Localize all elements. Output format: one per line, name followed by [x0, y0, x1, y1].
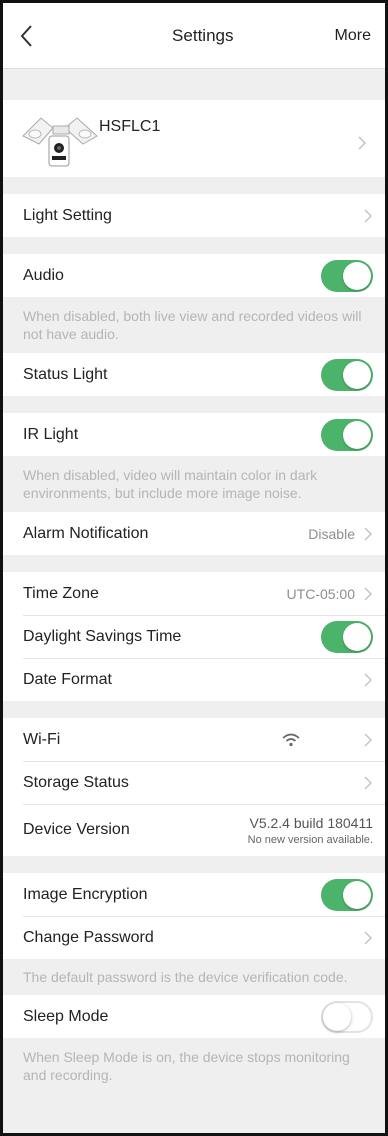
toggle-knob [343, 880, 371, 909]
device-name: HSFLC1 [99, 118, 161, 135]
more-button[interactable]: More [335, 27, 371, 45]
chevron-right-icon [364, 526, 373, 541]
time-zone-row[interactable]: Time Zone UTC-05:00 [3, 572, 385, 615]
chevron-right-icon [364, 208, 373, 223]
sleep-mode-toggle[interactable] [321, 1000, 373, 1033]
page-title: Settings [172, 25, 234, 45]
version-status: No new version available. [247, 833, 373, 846]
alarm-notification-value: Disable [308, 525, 355, 542]
light-setting-row[interactable]: Light Setting [3, 194, 385, 237]
wifi-icon [282, 733, 300, 746]
ir-light-row: IR Light [3, 413, 385, 456]
ir-light-label: IR Light [23, 425, 79, 443]
date-format-row[interactable]: Date Format [3, 658, 385, 701]
nav-bar: Settings More [3, 3, 385, 69]
wifi-label: Wi-Fi [23, 730, 61, 748]
chevron-right-icon [364, 930, 373, 945]
time-zone-label: Time Zone [23, 584, 99, 602]
audio-label: Audio [23, 266, 64, 284]
chevron-left-icon [20, 24, 32, 47]
version-info: V5.2.4 build 180411 No new version avail… [248, 815, 373, 846]
sleep-mode-row: Sleep Mode [3, 995, 385, 1038]
audio-toggle[interactable] [321, 259, 373, 292]
change-password-row[interactable]: Change Password [3, 916, 385, 959]
back-button[interactable] [19, 22, 47, 50]
chevron-right-icon [364, 775, 373, 790]
device-row[interactable]: HSFLC1 [3, 100, 385, 177]
chevron-right-icon [364, 732, 373, 747]
date-format-label: Date Format [23, 670, 112, 688]
toggle-knob [343, 360, 371, 389]
toggle-knob [343, 622, 371, 651]
daylight-savings-toggle[interactable] [321, 620, 373, 653]
status-light-toggle[interactable] [321, 358, 373, 391]
daylight-savings-label: Daylight Savings Time [23, 627, 182, 645]
storage-status-row[interactable]: Storage Status [3, 761, 385, 804]
toggle-knob [343, 261, 371, 290]
image-encryption-toggle[interactable] [321, 878, 373, 911]
toggle-knob [323, 1002, 351, 1031]
status-light-row: Status Light [3, 353, 385, 396]
alarm-notification-row[interactable]: Alarm Notification Disable [3, 512, 385, 555]
wifi-row[interactable]: Wi-Fi [3, 718, 385, 761]
settings-screen: Settings More HSFLC1 Light Setting Audio… [0, 0, 388, 1136]
sleep-mode-note: When Sleep Mode is on, the device stops … [23, 1049, 350, 1083]
image-encryption-row: Image Encryption [3, 873, 385, 916]
chevron-right-icon [364, 672, 373, 687]
time-zone-value: UTC-05:00 [286, 585, 355, 602]
image-encryption-label: Image Encryption [23, 885, 148, 903]
storage-status-label: Storage Status [23, 773, 129, 791]
chevron-right-icon [364, 586, 373, 601]
device-version-label: Device Version [23, 821, 130, 838]
audio-note: When disabled, both live view and record… [23, 308, 362, 342]
version-number: V5.2.4 build 180411 [249, 814, 373, 831]
audio-row: Audio [3, 254, 385, 297]
sleep-mode-label: Sleep Mode [23, 1007, 109, 1025]
floodlight-camera-icon [13, 106, 109, 172]
ir-light-toggle[interactable] [321, 418, 373, 451]
toggle-knob [343, 420, 371, 449]
device-version-row[interactable]: Device Version V5.2.4 build 180411 No ne… [3, 804, 385, 856]
light-setting-label: Light Setting [23, 206, 112, 224]
chevron-right-icon [358, 135, 367, 150]
change-password-label: Change Password [23, 928, 154, 946]
alarm-notification-label: Alarm Notification [23, 524, 149, 542]
daylight-savings-row: Daylight Savings Time [3, 615, 385, 658]
ir-light-note: When disabled, video will maintain color… [23, 467, 318, 501]
status-light-label: Status Light [23, 365, 108, 383]
change-password-note: The default password is the device verif… [23, 969, 348, 985]
